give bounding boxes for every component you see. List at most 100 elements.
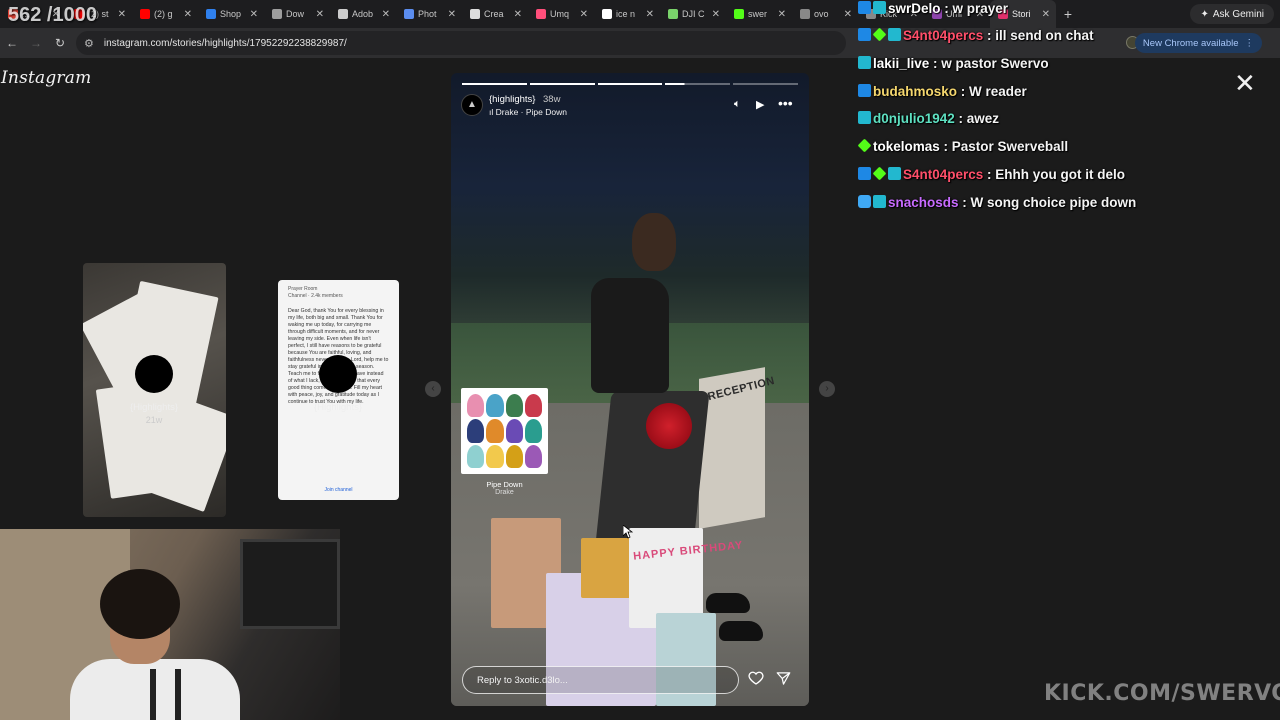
music-sticker-artwork[interactable]	[461, 388, 548, 474]
close-tab-icon[interactable]: ✕	[316, 9, 324, 20]
speaker-icon[interactable]: 🔈︎	[734, 98, 741, 111]
close-tab-icon[interactable]: ✕	[184, 9, 192, 20]
chat-message: budahmosko : W reader	[858, 84, 1027, 99]
close-tab-icon[interactable]: ✕	[1042, 9, 1050, 20]
chat-username[interactable]: lakii_live	[873, 56, 929, 71]
story-progress-segment	[665, 83, 731, 85]
chat-text: W reader	[969, 84, 1027, 99]
chat-username[interactable]: S4nt04percs	[903, 167, 983, 182]
browser-tab[interactable]: Adob ✕	[330, 0, 396, 28]
chat-text: Ehhh you got it delo	[995, 167, 1126, 182]
instagram-logo[interactable]: Instagram	[1, 68, 91, 88]
google-icon	[602, 9, 612, 19]
chat-text: w pastor Swervo	[941, 56, 1049, 71]
site-info-icon[interactable]: ⚙	[84, 37, 94, 50]
active-story[interactable]: RECEPTION HAPPY BIRTHDAY ▲ {highlights} …	[451, 73, 809, 706]
tab-title: Stori	[1012, 9, 1031, 19]
sticker-figure	[486, 419, 504, 443]
chat-text: W song choice pipe down	[970, 195, 1137, 210]
chat-separator: :	[939, 139, 952, 154]
preview-name: {Highlights}	[129, 402, 179, 413]
close-tab-icon[interactable]: ✕	[580, 9, 588, 20]
chat-username[interactable]: swrDelo	[888, 1, 941, 16]
webcam-feed	[0, 529, 340, 720]
music-icon	[536, 9, 546, 19]
browser-tab[interactable]: ovo ✕	[792, 0, 858, 28]
chat-message: snachosds : W song choice pipe down	[858, 195, 1136, 210]
create-icon	[470, 9, 480, 19]
sticker-figure	[467, 394, 485, 418]
url-text: instagram.com/stories/highlights/1795229…	[103, 37, 347, 49]
prime-badge-icon	[858, 167, 871, 180]
story-progress-segment	[529, 83, 595, 85]
chat-username[interactable]: budahmosko	[873, 84, 957, 99]
story-progress-segment	[597, 83, 663, 85]
chat-text: Pastor Swerveball	[951, 139, 1069, 154]
new-chrome-available-button[interactable]: New Chrome available ⋮	[1134, 33, 1262, 53]
story-song-link[interactable]: ıl Drake · Pipe Down	[489, 107, 567, 117]
mouse-cursor-icon	[623, 525, 633, 539]
channel-title: Prayer Room	[288, 286, 318, 292]
update-label: New Chrome available	[1142, 37, 1239, 49]
story-progress-segment	[462, 83, 527, 85]
close-tab-icon[interactable]: ✕	[844, 9, 852, 20]
close-tab-icon[interactable]: ✕	[448, 9, 456, 20]
browser-tab[interactable]: Dow ✕	[264, 0, 330, 28]
sticker-figure	[467, 444, 485, 468]
kebab-menu-icon[interactable]: ⋮	[1245, 38, 1255, 49]
close-tab-icon[interactable]: ✕	[778, 9, 786, 20]
browser-tab[interactable]: Phot ✕	[396, 0, 462, 28]
sticker-figure	[505, 419, 523, 443]
sticker-figure	[524, 419, 542, 443]
og-badge-icon	[858, 56, 871, 69]
reply-input[interactable]	[462, 666, 739, 694]
next-story-arrow-icon[interactable]: ›	[819, 381, 835, 397]
sub-badge-icon	[858, 195, 871, 208]
back-arrow-icon[interactable]: ←	[0, 36, 24, 50]
chat-username[interactable]: d0njulio1942	[873, 111, 955, 126]
browser-tab[interactable]: ice n ✕	[594, 0, 660, 28]
green-badge-icon	[857, 138, 872, 153]
og-badge-icon	[858, 111, 871, 124]
new-tab-icon[interactable]: +	[1056, 6, 1080, 22]
chat-separator: :	[929, 56, 942, 71]
ask-gemini-button[interactable]: ✦ Ask Gemini	[1190, 4, 1274, 24]
close-tab-icon[interactable]: ✕	[382, 9, 390, 20]
tab-title: Crea	[484, 9, 504, 19]
tab-title: Umq	[550, 9, 570, 19]
forward-arrow-icon[interactable]: →	[24, 36, 48, 50]
close-tab-icon[interactable]: ✕	[646, 9, 654, 20]
chat-username[interactable]: tokelomas	[873, 139, 940, 154]
heart-icon[interactable]	[748, 670, 764, 686]
song-label: Drake · Pipe Down	[495, 107, 567, 117]
chat-separator: :	[983, 167, 996, 182]
more-options-icon[interactable]: •••	[778, 95, 793, 111]
address-bar[interactable]: ⚙ instagram.com/stories/highlights/17952…	[76, 31, 846, 55]
close-tab-icon[interactable]: ✕	[712, 9, 720, 20]
send-icon[interactable]	[776, 671, 791, 686]
browser-tab[interactable]: DJI C ✕	[660, 0, 726, 28]
story-username[interactable]: {highlights}	[489, 94, 535, 105]
chat-text: awez	[966, 111, 1000, 126]
preview-age: 21w	[145, 415, 163, 425]
reload-icon[interactable]: ↻	[48, 36, 72, 50]
play-icon[interactable]: ▶	[756, 98, 764, 111]
close-tab-icon[interactable]: ✕	[514, 9, 522, 20]
browser-tab[interactable]: swer ✕	[726, 0, 792, 28]
browser-tab[interactable]: Shop ✕	[198, 0, 264, 28]
browser-tab[interactable]: Umq ✕	[528, 0, 594, 28]
browser-tab[interactable]: (2) g ✕	[132, 0, 198, 28]
previous-story-arrow-icon[interactable]: ‹	[425, 381, 441, 397]
streamer-figure	[175, 669, 181, 720]
story-avatar[interactable]: ▲	[461, 94, 483, 116]
close-icon[interactable]: ✕	[1234, 70, 1256, 96]
streamer-figure	[150, 669, 156, 720]
chat-username[interactable]: snachosds	[888, 195, 959, 210]
close-tab-icon[interactable]: ✕	[250, 9, 258, 20]
join-channel-link[interactable]: Join channel	[278, 487, 399, 494]
tab-title: DJI C	[682, 9, 705, 19]
close-tab-icon[interactable]: ✕	[118, 9, 126, 20]
browser-tab[interactable]: Crea ✕	[462, 0, 528, 28]
tab-title: Shop	[220, 9, 242, 19]
chat-username[interactable]: S4nt04percs	[903, 28, 983, 43]
